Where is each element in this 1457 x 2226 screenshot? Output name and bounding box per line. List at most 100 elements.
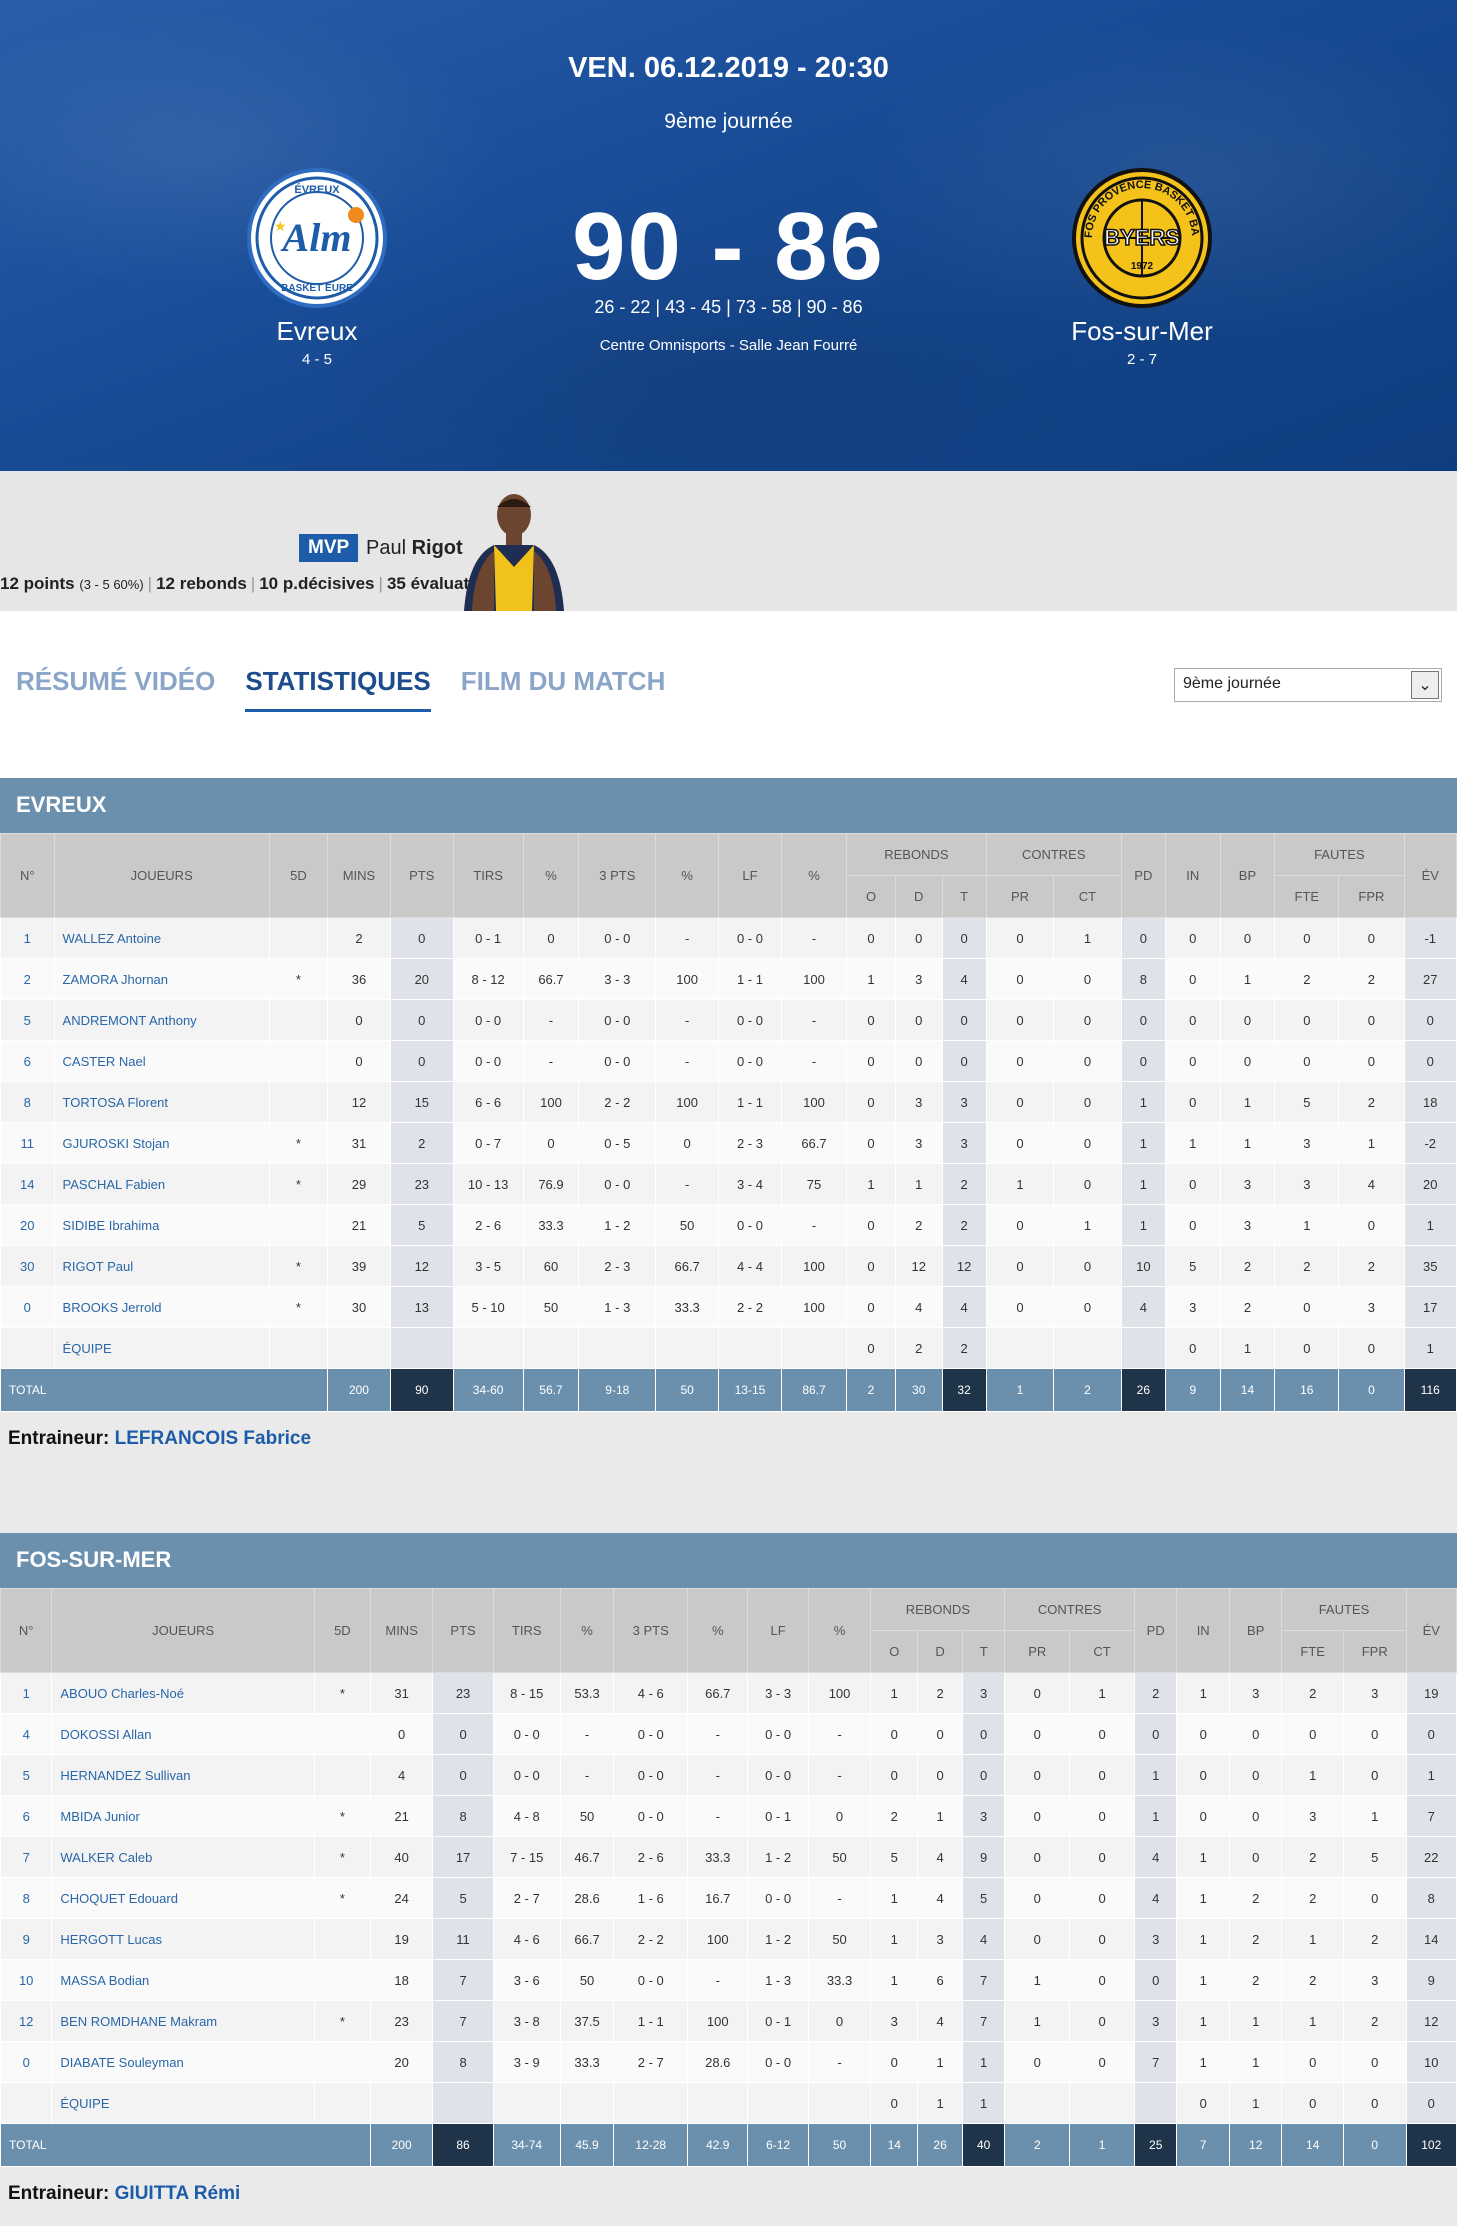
stat-cell [452, 1327, 524, 1369]
stat-cell: 4 - 4 [718, 1245, 782, 1287]
col-header-pct: % [780, 833, 848, 918]
stat-cell: 0 [522, 1122, 580, 1164]
stat-cell: 0 [1164, 958, 1221, 1000]
player-name[interactable]: TORTOSA Florent [53, 1081, 270, 1123]
player-name[interactable]: MASSA Bodian [51, 1959, 315, 2001]
chevron-down-icon[interactable]: ⌄ [1411, 671, 1439, 699]
player-name[interactable]: PASCHAL Fabien [53, 1163, 270, 1205]
stat-cell: * [313, 2000, 371, 2042]
stat-cell: 5 [1274, 1081, 1340, 1123]
mvp-player-name[interactable]: Paul Rigot [366, 537, 463, 560]
stat-cell [268, 1204, 329, 1246]
stat-cell: 17 [1403, 1286, 1457, 1328]
stat-cell [780, 1327, 848, 1369]
stat-cell: 0 [1274, 1327, 1340, 1369]
player-number[interactable]: 8 [0, 1081, 55, 1123]
player-number[interactable]: 0 [0, 1286, 55, 1328]
player-number[interactable]: 2 [0, 958, 55, 1000]
player-number[interactable]: 20 [0, 1204, 55, 1246]
stat-cell: 0 [1405, 1713, 1457, 1755]
stat-cell: 50 [559, 1959, 615, 2001]
player-name[interactable]: BROOKS Jerrold [53, 1286, 270, 1328]
player-name[interactable]: DOKOSSI Allan [51, 1713, 315, 1755]
player-number[interactable]: 9 [0, 1918, 53, 1960]
player-number[interactable]: 5 [0, 1754, 53, 1796]
player-number[interactable]: 0 [0, 2041, 53, 2083]
player-name[interactable]: ÉQUIPE [51, 2082, 315, 2124]
player-name[interactable]: SIDIBE Ibrahima [53, 1204, 270, 1246]
stat-cell: 1 [1053, 1204, 1122, 1246]
coach-name[interactable]: LEFRANCOIS Fabrice [115, 1428, 311, 1449]
player-number[interactable]: 7 [0, 1836, 53, 1878]
round-select[interactable]: 9ème journée ⌄ [1174, 668, 1442, 702]
player-name[interactable]: ÉQUIPE [53, 1327, 270, 1369]
coach-line: Entraineur: GIUITTA Rémi [8, 2183, 241, 2204]
player-number[interactable]: 10 [0, 1959, 53, 2001]
player-number[interactable]: 8 [0, 1877, 53, 1919]
player-number[interactable]: 30 [0, 1245, 55, 1287]
player-name[interactable]: WALLEZ Antoine [53, 917, 270, 959]
table-row: 10 MASSA Bodian 18 7 3 - 6 50 0 - 0-1 - 3 33.3 1… [0, 1959, 1457, 2001]
stat-cell: 0 [1274, 1040, 1340, 1082]
tab-match-film[interactable]: FILM DU MATCH [461, 666, 666, 712]
player-name[interactable]: GJUROSKI Stojan [53, 1122, 270, 1164]
player-number[interactable]: 11 [0, 1122, 55, 1164]
stat-cell: 0 [1281, 1713, 1344, 1755]
player-number[interactable]: 1 [0, 917, 55, 959]
stat-cell: 50 [807, 1918, 872, 1960]
player-number[interactable]: 6 [0, 1040, 55, 1082]
col-header-pct: % [522, 833, 580, 918]
stat-cell [313, 2041, 371, 2083]
stat-cell: 1 - 6 [613, 1877, 689, 1919]
player-number[interactable]: 14 [0, 1163, 55, 1205]
stat-cell: 0 [1219, 999, 1276, 1041]
player-name[interactable]: BEN ROMDHANE Makram [51, 2000, 315, 2042]
stat-cell: 0 [846, 1327, 896, 1369]
stat-cell: 0 [985, 917, 1055, 959]
player-name[interactable]: ZAMORA Jhornan [53, 958, 270, 1000]
col-header-t: T [941, 875, 987, 918]
player-number[interactable]: 1 [0, 1672, 53, 1714]
stat-cell: - [687, 1795, 749, 1837]
tab-video-summary[interactable]: RÉSUMÉ VIDÉO [16, 666, 215, 712]
tab-statistics[interactable]: STATISTIQUES [245, 666, 431, 712]
stat-cell: 9 [961, 1836, 1006, 1878]
player-name[interactable]: DIABATE Souleyman [51, 2041, 315, 2083]
stat-cell: 1 [1176, 1959, 1230, 2001]
table-row: 1 ABOUO Charles-Noé * 31 23 8 - 15 53.3 4 - 6 66… [0, 1672, 1457, 1714]
player-name[interactable]: WALKER Caleb [51, 1836, 315, 1878]
player-name[interactable]: ANDREMONT Anthony [53, 999, 270, 1041]
player-number[interactable]: 12 [0, 2000, 53, 2042]
svg-text:BYERS: BYERS [1104, 225, 1180, 250]
stat-cell: 12 [389, 1245, 454, 1287]
player-number[interactable]: 4 [0, 1713, 53, 1755]
total-cell: 116 [1403, 1368, 1457, 1412]
coach-name[interactable]: GIUITTA Rémi [115, 2183, 241, 2204]
stat-cell: 1 [917, 2082, 963, 2124]
col-header-mins: MINS [369, 1588, 434, 1673]
player-name[interactable]: HERGOTT Lucas [51, 1918, 315, 1960]
player-name[interactable]: CHOQUET Edouard [51, 1877, 315, 1919]
stat-cell: 7 [432, 2000, 494, 2042]
stat-cell: 20 [1403, 1163, 1457, 1205]
table-row: 5 ANDREMONT Anthony 0 0 0 - 0-0 - 0-0 - 0-00… [0, 999, 1457, 1041]
stat-cell [432, 2082, 494, 2124]
player-name[interactable]: ABOUO Charles-Noé [51, 1672, 315, 1714]
stat-cell: - [655, 999, 720, 1041]
player-name[interactable]: RIGOT Paul [53, 1245, 270, 1287]
player-name[interactable]: MBIDA Junior [51, 1795, 315, 1837]
away-team[interactable]: FOS PROVENCE BASKET BALL BYERS 1972 Fos-… [1012, 168, 1272, 368]
stat-cell: 4 [894, 1286, 943, 1328]
stat-cell: 0 [327, 1040, 391, 1082]
stat-cell: 0 [1164, 999, 1221, 1041]
player-name[interactable]: HERNANDEZ Sullivan [51, 1754, 315, 1796]
col-header-in: IN [1176, 1588, 1230, 1673]
player-number[interactable]: 6 [0, 1795, 53, 1837]
stat-cell: 0 - 0 [747, 1754, 809, 1796]
stat-cell: 12 [894, 1245, 943, 1287]
stat-cell: 0 [1228, 1836, 1283, 1878]
player-number[interactable]: 5 [0, 999, 55, 1041]
stat-cell: - [559, 1754, 615, 1796]
total-cell: 2 [1004, 2123, 1071, 2167]
player-name[interactable]: CASTER Nael [53, 1040, 270, 1082]
